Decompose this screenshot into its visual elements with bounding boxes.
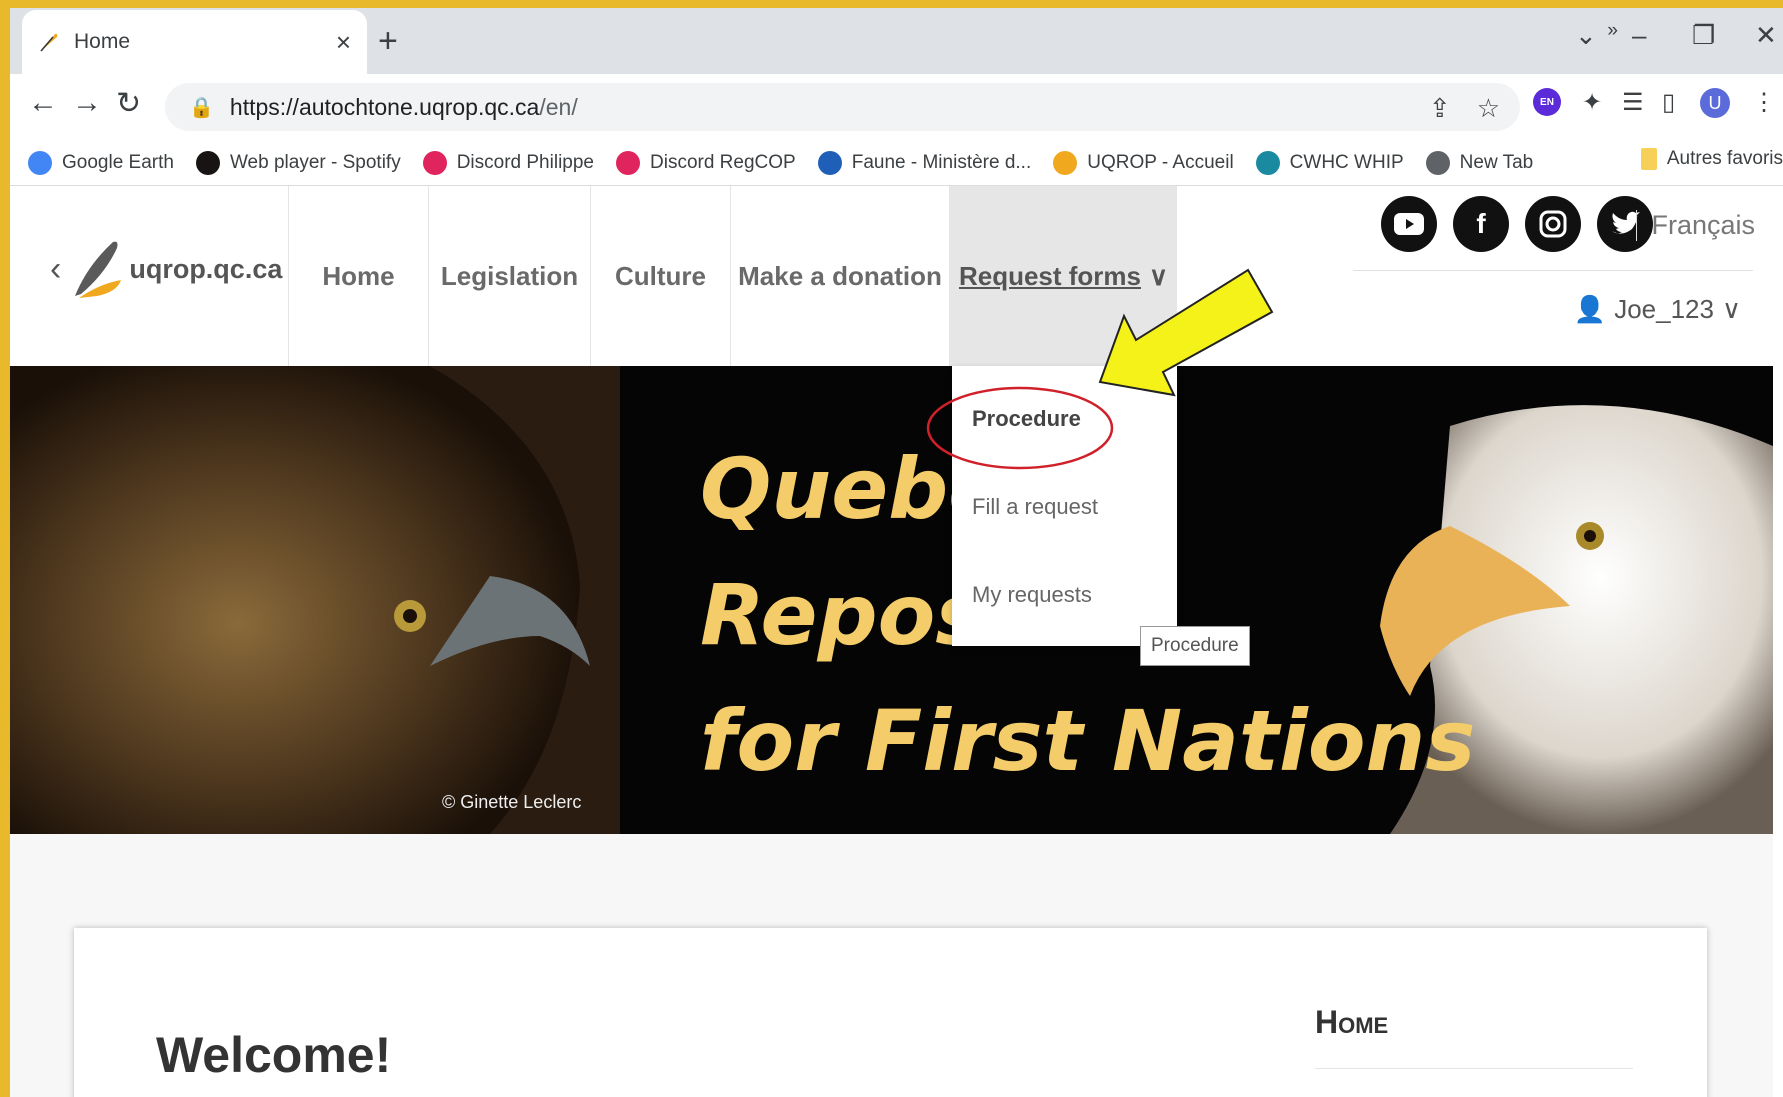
side-panel-icon[interactable]: ▯ (1662, 88, 1675, 117)
bookmark-label: New Tab (1459, 151, 1534, 173)
back-icon[interactable]: ← (28, 86, 58, 120)
reload-icon[interactable]: ↻ (116, 86, 141, 121)
tooltip: Procedure (1140, 626, 1250, 666)
sidebar-home-heading: Home (1315, 1004, 1389, 1040)
bookmark-item[interactable]: Web player - Spotify (195, 150, 401, 175)
other-bookmarks-label: Autres favoris (1666, 148, 1783, 169)
user-name: Joe_123 (1614, 294, 1714, 324)
bookmark-item[interactable]: Faune - Ministère d... (817, 150, 1032, 175)
new-tab-button[interactable]: + (378, 22, 398, 61)
dropdown-item-procedure[interactable]: Procedure (972, 406, 1081, 432)
nav-request-forms[interactable]: Request forms ∨ (949, 186, 1177, 366)
folder-icon (1640, 148, 1657, 170)
hero-banner: Quebec Reposit for First Nations © Ginet… (10, 366, 1773, 834)
tab-close-icon[interactable]: × (336, 27, 351, 58)
minimize-icon[interactable]: – (1632, 20, 1646, 51)
bookmark-label: Google Earth (62, 151, 174, 173)
request-forms-dropdown: Procedure Fill a request My requests (952, 366, 1177, 646)
other-bookmarks[interactable]: Autres favoris (1640, 148, 1783, 170)
share-icon[interactable]: ⇪ (1429, 93, 1451, 124)
bookmark-label: Discord Philippe (456, 151, 594, 173)
web-page: ‹ uqrop.qc.ca Home Legislation Culture M… (10, 186, 1773, 1097)
nav-home[interactable]: Home (288, 186, 428, 366)
restore-icon[interactable]: ❐ (1692, 20, 1715, 51)
header-divider (1353, 270, 1753, 271)
tab-title: Home (74, 30, 131, 53)
user-icon: 👤 (1573, 294, 1607, 324)
tab-search-chevron-icon[interactable]: ⌄ (1575, 20, 1597, 51)
site-logo[interactable]: ‹ uqrop.qc.ca (50, 236, 282, 302)
bookmark-item[interactable]: UQROP - Accueil (1053, 150, 1234, 175)
close-window-icon[interactable]: ✕ (1755, 20, 1777, 51)
profile-avatar[interactable]: U (1700, 88, 1730, 118)
bookmark-favicon-icon (28, 150, 52, 175)
bookmark-label: Web player - Spotify (229, 151, 401, 173)
extensions-puzzle-icon[interactable]: ✦ (1582, 88, 1602, 117)
dropdown-item-fill-request[interactable]: Fill a request (972, 494, 1098, 520)
user-menu[interactable]: 👤 Joe_123 ∨ (1574, 294, 1741, 325)
forward-icon[interactable]: → (72, 86, 102, 120)
bookmark-favicon-icon (1053, 150, 1078, 175)
bookmark-label: Discord RegCOP (650, 151, 796, 173)
language-toggle[interactable]: Français (1636, 210, 1755, 241)
content-card: Welcome! Home (74, 928, 1707, 1097)
instagram-icon[interactable] (1525, 196, 1581, 252)
nav-culture[interactable]: Culture (590, 186, 730, 366)
nav-make-donation[interactable]: Make a donation (730, 186, 949, 366)
logo-text: uqrop.qc.ca (129, 253, 283, 284)
bookmark-favicon-icon (1255, 150, 1280, 175)
bookmark-favicon-icon (195, 150, 220, 175)
feather-logo-icon (75, 241, 122, 298)
bookmark-item[interactable]: CWHC WHIP (1255, 150, 1404, 175)
menu-kebab-icon[interactable]: ⋮ (1752, 88, 1776, 117)
bookmark-label: UQROP - Accueil (1087, 151, 1234, 173)
feather-favicon-icon (40, 33, 58, 52)
bookmark-label: Faune - Ministère d... (851, 151, 1032, 173)
tab-home[interactable]: Home × (22, 10, 367, 74)
social-links: f (1381, 196, 1653, 252)
youtube-icon[interactable] (1381, 196, 1437, 252)
bookmark-star-icon[interactable]: ☆ (1477, 93, 1500, 124)
bookmark-favicon-icon (817, 150, 842, 175)
site-header: ‹ uqrop.qc.ca Home Legislation Culture M… (10, 186, 1773, 366)
bookmark-favicon-icon (1425, 150, 1450, 175)
browser-window: Home × + ⌄ – ❐ ✕ ← → ↻ 🔒 https://autocht… (10, 8, 1783, 1097)
bookmark-item[interactable]: Discord Philippe (422, 150, 594, 175)
bookmark-favicon-icon (616, 150, 640, 175)
browser-toolbar: ← → ↻ 🔒 https://autochtone.uqrop.qc.ca/e… (10, 74, 1783, 140)
lock-icon: 🔒 (189, 96, 214, 119)
extension-badge-icon[interactable]: EN (1533, 88, 1561, 116)
banner-line-3: for First Nations (700, 692, 1476, 790)
dropdown-item-my-requests[interactable]: My requests (972, 582, 1092, 608)
bookmark-item[interactable]: New Tab (1425, 150, 1534, 175)
chevron-down-icon: ∨ (1149, 260, 1169, 291)
welcome-heading: Welcome! (156, 1027, 392, 1083)
nav-legislation[interactable]: Legislation (428, 186, 590, 366)
main-nav: Home Legislation Culture Make a donation… (288, 186, 1177, 366)
address-bar[interactable]: 🔒 https://autochtone.uqrop.qc.ca/en/ ⇪ ☆ (165, 83, 1520, 131)
photo-credit: © Ginette Leclerc (442, 792, 582, 812)
chevron-left-icon: ‹ (50, 249, 62, 288)
bookmarks-overflow-icon[interactable]: » (1607, 20, 1618, 42)
sidebar-divider (1315, 1068, 1633, 1069)
reading-list-icon[interactable]: ☰ (1622, 88, 1644, 117)
bookmark-label: CWHC WHIP (1289, 151, 1404, 173)
bookmarks-bar: Google Earth Web player - Spotify Discord … (10, 140, 1783, 186)
bookmark-item[interactable]: Google Earth (28, 150, 174, 175)
chevron-down-icon: ∨ (1721, 294, 1741, 324)
bookmark-item[interactable]: Discord RegCOP (616, 150, 796, 175)
url-text: https://autochtone.uqrop.qc.ca/en/ (229, 93, 578, 120)
tab-strip: Home × + ⌄ – ❐ ✕ (10, 8, 1783, 74)
facebook-icon[interactable]: f (1453, 196, 1509, 252)
bookmark-favicon-icon (422, 150, 447, 175)
